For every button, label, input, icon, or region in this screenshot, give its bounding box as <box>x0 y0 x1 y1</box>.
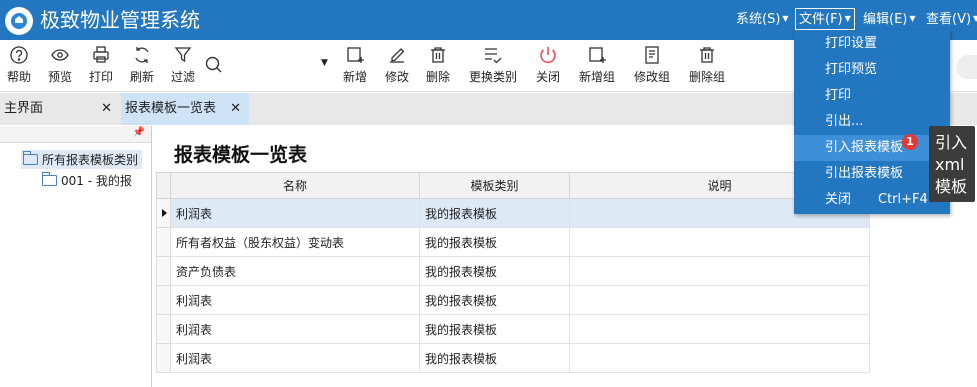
row-selector[interactable] <box>156 314 171 344</box>
cell-category[interactable]: 我的报表模板 <box>419 256 570 286</box>
tab-report-templates[interactable]: 报表模板一览表 ✕ <box>121 93 249 125</box>
menu-item-print[interactable]: 打印 <box>794 83 950 109</box>
add-icon <box>344 44 366 66</box>
current-row-arrow-icon <box>162 209 167 217</box>
row-selector[interactable] <box>156 256 171 286</box>
menu-item-export[interactable]: 引出... <box>794 109 950 135</box>
column-header-category[interactable]: 模板类别 <box>419 172 570 199</box>
table-row[interactable]: 利润表 我的报表模板 <box>156 285 870 315</box>
app-logo-icon <box>5 7 33 35</box>
cell-description[interactable] <box>569 227 870 257</box>
tree-node-child[interactable]: 001 - 我的报 <box>42 172 132 189</box>
preview-button[interactable]: 预览 <box>40 44 80 85</box>
menu-view[interactable]: 查看(V) ▼ <box>923 9 977 30</box>
refresh-button[interactable]: 刷新 <box>122 44 162 85</box>
help-button[interactable]: 帮助 <box>0 44 39 85</box>
file-menu-dropdown: 打印设置 打印预览 打印 引出... 引入报表模板 引出报表模板 关闭 Ctrl+… <box>794 30 950 214</box>
row-selector[interactable] <box>156 227 171 257</box>
edit-button[interactable]: 修改 <box>377 44 417 85</box>
column-header-name[interactable]: 名称 <box>170 172 420 199</box>
cell-name[interactable]: 利润表 <box>170 285 420 315</box>
cell-name[interactable]: 利润表 <box>170 198 420 228</box>
cell-name[interactable]: 利润表 <box>170 343 420 373</box>
refresh-icon <box>131 44 153 66</box>
add-group-icon <box>586 44 608 66</box>
pin-icon[interactable]: 📌 <box>133 127 145 138</box>
cell-description[interactable] <box>569 285 870 315</box>
close-button[interactable]: 关闭 <box>528 44 568 85</box>
table-row[interactable]: 利润表 我的报表模板 <box>156 343 870 373</box>
menu-system[interactable]: 系统(S) ▼ <box>733 9 792 30</box>
panel-header: 📌 <box>0 126 151 143</box>
cell-category[interactable]: 我的报表模板 <box>419 227 570 257</box>
delete-group-button[interactable]: 删除组 <box>684 44 730 85</box>
shortcut-label: Ctrl+F4 <box>878 192 928 207</box>
edit-group-button[interactable]: 修改组 <box>629 44 675 85</box>
step-badge: 1 <box>902 134 918 150</box>
cell-category[interactable]: 我的报表模板 <box>419 314 570 344</box>
printer-icon <box>90 44 112 66</box>
trash-icon <box>427 44 449 66</box>
cell-category[interactable]: 我的报表模板 <box>419 198 570 228</box>
menu-item-print-preview[interactable]: 打印预览 <box>794 57 950 83</box>
filter-icon <box>172 44 194 66</box>
chevron-down-icon[interactable]: ▼ <box>321 58 328 68</box>
row-selector[interactable] <box>156 285 171 315</box>
menu-item-close[interactable]: 关闭 Ctrl+F4 <box>794 187 950 213</box>
search-icon[interactable] <box>204 55 224 78</box>
menu-item-print-settings[interactable]: 打印设置 <box>794 31 950 57</box>
cell-description[interactable] <box>569 314 870 344</box>
table-row[interactable]: 利润表 我的报表模板 <box>156 198 870 228</box>
menu-item-export-report-template[interactable]: 引出报表模板 <box>794 161 950 187</box>
menu-edit[interactable]: 编辑(E) ▼ <box>860 9 919 30</box>
change-category-button[interactable]: 更换类别 <box>465 44 521 85</box>
page-title: 报表模板一览表 <box>174 144 308 166</box>
tooltip: 引入xml模板 <box>929 126 975 202</box>
cell-description[interactable] <box>569 256 870 286</box>
cell-category[interactable]: 我的报表模板 <box>419 285 570 315</box>
cell-name[interactable]: 利润表 <box>170 314 420 344</box>
row-selector[interactable] <box>156 343 171 373</box>
folder-icon <box>42 172 57 186</box>
edit-icon <box>386 44 408 66</box>
cell-description[interactable] <box>569 343 870 373</box>
list-check-icon <box>482 44 504 66</box>
table-header: 名称 模板类别 说明 <box>156 172 870 199</box>
cell-name[interactable]: 所有者权益（股东权益）变动表 <box>170 227 420 257</box>
power-icon <box>537 44 559 66</box>
cell-name[interactable]: 资产负债表 <box>170 256 420 286</box>
edit-group-icon <box>641 44 663 66</box>
print-button[interactable]: 打印 <box>81 44 121 85</box>
templates-table: 名称 模板类别 说明 利润表 我的报表模板 所有者权益（股东权益）变动表 我的报… <box>156 172 870 373</box>
add-button[interactable]: 新增 <box>335 44 375 85</box>
close-icon[interactable]: ✕ <box>101 93 112 125</box>
cell-category[interactable]: 我的报表模板 <box>419 343 570 373</box>
app-title: 极致物业管理系统 <box>40 8 200 32</box>
help-icon <box>8 44 30 66</box>
chevron-down-icon: ▼ <box>973 14 977 23</box>
chevron-down-icon: ▼ <box>909 14 916 23</box>
delete-button[interactable]: 删除 <box>418 44 458 85</box>
table-row[interactable]: 利润表 我的报表模板 <box>156 314 870 344</box>
chevron-down-icon: ▼ <box>782 14 789 23</box>
add-group-button[interactable]: 新增组 <box>574 44 620 85</box>
filter-button[interactable]: 过滤 <box>163 44 203 85</box>
chevron-down-icon: ▼ <box>844 14 851 23</box>
category-tree-panel: 📌 所有报表模板类别 001 - 我的报 <box>0 126 152 387</box>
row-header-corner <box>156 172 171 199</box>
table-row[interactable]: 所有者权益（股东权益）变动表 我的报表模板 <box>156 227 870 257</box>
menu-item-import-report-template[interactable]: 引入报表模板 <box>794 135 950 161</box>
close-icon[interactable]: ✕ <box>230 93 241 125</box>
tab-main[interactable]: 主界面 ✕ <box>0 93 120 125</box>
trash-icon <box>696 44 718 66</box>
search-input[interactable] <box>956 55 977 79</box>
menu-file[interactable]: 文件(F) ▼ <box>795 8 855 30</box>
row-selector[interactable] <box>156 198 171 228</box>
table-row[interactable]: 资产负债表 我的报表模板 <box>156 256 870 286</box>
folder-icon <box>23 151 38 165</box>
tree-node-root[interactable]: 所有报表模板类别 <box>21 150 143 169</box>
eye-icon <box>49 44 71 66</box>
